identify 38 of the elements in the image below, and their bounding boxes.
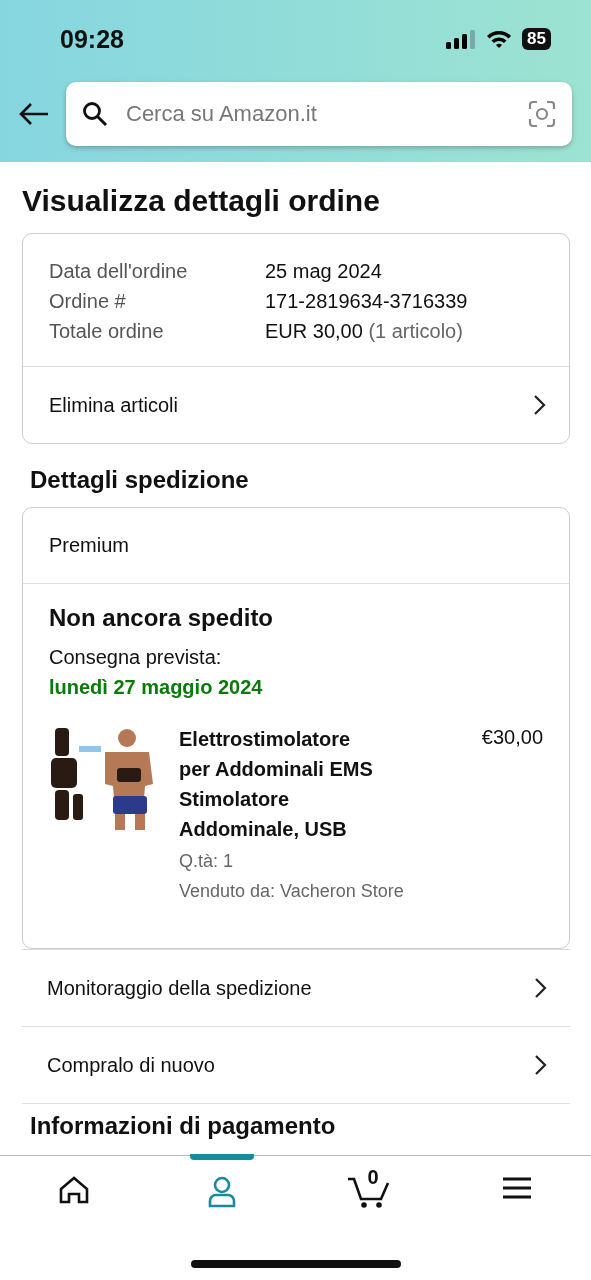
active-indicator xyxy=(189,1154,254,1160)
summary-label: Totale ordine xyxy=(49,319,165,344)
shipment-status: Non ancora spedito xyxy=(49,604,275,632)
menu-icon xyxy=(502,1176,533,1200)
section-heading: Informazioni di pagamento xyxy=(22,1103,570,1140)
wifi-icon xyxy=(486,29,513,49)
signal-icon xyxy=(446,29,477,49)
chevron-icon xyxy=(534,977,548,999)
chevron-icon xyxy=(534,1054,548,1076)
seller-name: Venduto da: Vacheron Store xyxy=(179,880,405,903)
cart-count: 0 xyxy=(367,1166,379,1189)
product-title[interactable]: Elettrostimolatore per Addominali EMS Stimolatore Addominale, USB xyxy=(179,724,379,844)
summary-value: 25 mag 2024 xyxy=(265,259,382,284)
section-heading: Dettagli spedizione xyxy=(30,466,250,494)
product-price: €30,00 xyxy=(481,725,543,750)
search-icon xyxy=(82,101,108,127)
camera-icon[interactable] xyxy=(528,100,556,128)
battery-level: 85 xyxy=(522,28,551,50)
search-field[interactable]: Cerca su Amazon.it xyxy=(124,100,512,128)
back-arrow-icon[interactable] xyxy=(18,102,50,126)
delivery-label: Consegna prevista: xyxy=(49,645,223,670)
delivery-date: lunedì 27 maggio 2024 xyxy=(49,675,264,700)
status-time: 09:28 xyxy=(60,24,124,54)
page-title: Visualizza dettagli ordine xyxy=(22,184,381,218)
chevron-icon xyxy=(533,394,547,416)
summary-value: 171-2819634-3716339 xyxy=(265,289,468,314)
action-row[interactable]: Compralo di nuovo xyxy=(22,1026,570,1103)
nav-tab[interactable]: 0 xyxy=(295,1156,444,1236)
summary-value: EUR 30,00 (1 articolo) xyxy=(265,319,463,344)
shipping-service: Premium xyxy=(23,508,569,584)
action-row[interactable]: Monitoraggio della spedizione xyxy=(22,949,570,1026)
summary-label: Ordine # xyxy=(49,289,127,314)
home-icon xyxy=(58,1176,89,1204)
summary-label: Data dell'ordine xyxy=(49,259,189,284)
delete-items-row[interactable]: Elimina articoli xyxy=(23,366,569,443)
product-quantity: Q.tà: 1 xyxy=(179,850,235,873)
search-bar[interactable]: Cerca su Amazon.it xyxy=(66,82,572,146)
account-icon xyxy=(206,1176,237,1208)
